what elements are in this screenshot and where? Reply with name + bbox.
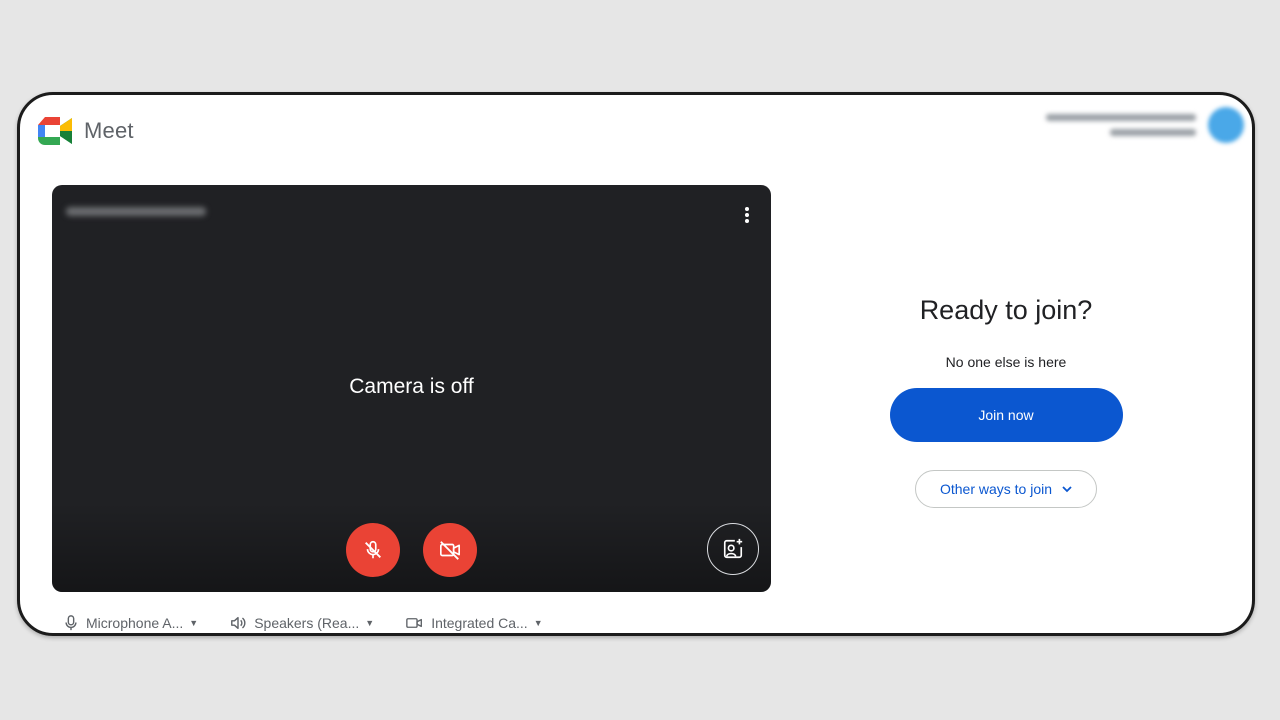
browser-frame: Meet Camera is off Microphone A... ▼ Spe… [17,92,1255,636]
app-title: Meet [84,118,134,143]
camera-selector[interactable]: Integrated Ca... ▼ [406,615,543,631]
other-ways-label: Other ways to join [939,481,1053,497]
more-options-button[interactable] [739,205,755,225]
microphone-toggle-button[interactable] [346,523,400,577]
chevron-down-icon: ▼ [189,618,199,628]
visual-effects-icon [723,538,743,559]
video-shade [52,502,771,592]
other-ways-to-join-button[interactable]: Other ways to join [915,470,1097,508]
speaker-selector[interactable]: Speakers (Rea... ▼ [230,615,374,631]
camera-off-icon [440,541,460,560]
avatar[interactable] [1208,107,1244,143]
join-title: Ready to join? [919,295,1093,325]
account-area[interactable] [1046,107,1244,143]
microphone-selector[interactable]: Microphone A... ▼ [64,615,198,631]
microphone-icon [65,615,77,631]
speaker-selector-label: Speakers (Rea... [254,615,360,631]
join-now-button[interactable]: Join now [889,388,1123,442]
camera-toggle-button[interactable] [423,523,477,577]
video-preview: Camera is off [52,185,771,592]
participant-name-blurred [66,207,206,216]
chevron-down-icon [1062,485,1072,492]
account-email-blurred [1046,110,1196,140]
meet-logo: Meet [38,117,134,145]
chevron-down-icon: ▼ [533,618,543,628]
join-subtitle: No one else is here [945,354,1067,370]
chevron-down-icon: ▼ [365,618,375,628]
join-panel: Ready to join? No one else is here Join … [886,295,1126,508]
microphone-off-icon [365,540,381,559]
camera-off-text: Camera is off [349,375,474,398]
device-selectors: Microphone A... ▼ Speakers (Rea... ▼ Int… [64,615,575,631]
camera-selector-label: Integrated Ca... [431,615,528,631]
meet-logo-icon [38,117,72,145]
camera-icon [406,618,423,628]
visual-effects-button[interactable] [707,523,759,575]
speaker-icon [231,616,246,630]
microphone-selector-label: Microphone A... [86,615,184,631]
